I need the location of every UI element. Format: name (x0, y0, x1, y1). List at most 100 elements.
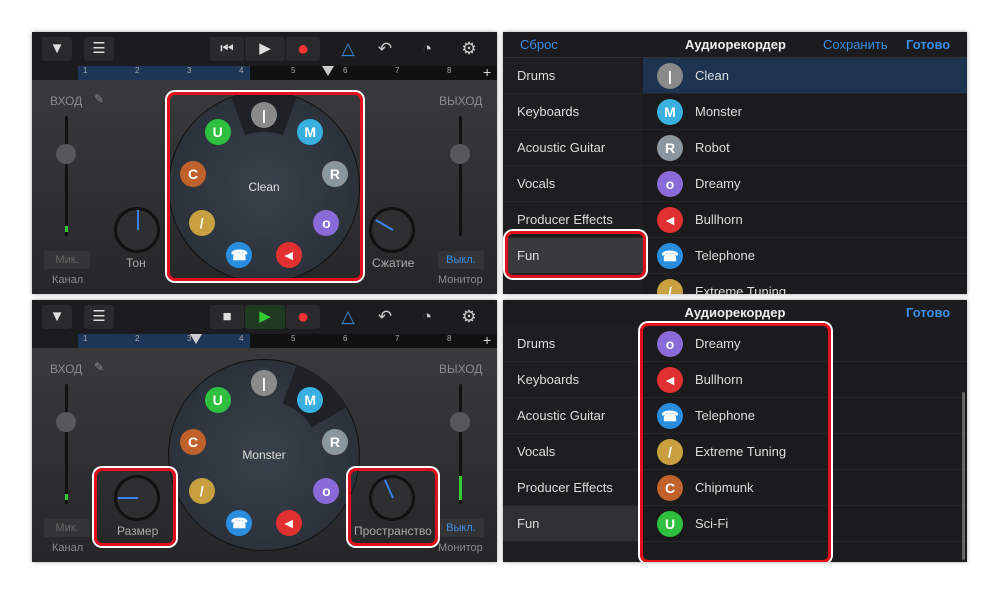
bullhorn-icon: ◄ (275, 509, 302, 536)
settings-icon[interactable]: ⚙ (456, 37, 482, 61)
input-slider[interactable] (56, 384, 76, 504)
ruler-bar-number: 2 (135, 66, 140, 75)
timeline-ruler[interactable]: 12345678 + (78, 332, 497, 348)
bullhorn-icon: ◄ (657, 207, 683, 233)
category-item[interactable]: Drums (503, 58, 643, 94)
category-item[interactable]: Acoustic Guitar (503, 130, 643, 166)
settings-icon[interactable]: ⚙ (456, 305, 482, 329)
tone-knob[interactable] (114, 207, 160, 253)
output-label: ВЫХОД (439, 94, 483, 108)
ruler-bar-number: 8 (447, 334, 452, 343)
category-item[interactable]: Keyboards (503, 362, 643, 398)
preset-item[interactable]: / Extreme Tuning (643, 274, 967, 294)
ufo-icon: U (204, 386, 231, 413)
category-item[interactable]: Keyboards (503, 94, 643, 130)
robot-icon: R (657, 135, 683, 161)
add-section-icon[interactable]: + (483, 64, 491, 80)
mic-button[interactable]: Мик. (44, 251, 90, 269)
output-slider[interactable] (450, 116, 470, 236)
category-item[interactable]: Acoustic Guitar (503, 398, 643, 434)
play-button[interactable]: ▶ (245, 37, 285, 61)
master-effects-icon[interactable]: ◔ (414, 305, 440, 329)
monitor-label: Монитор (438, 274, 483, 286)
compression-knob[interactable] (369, 207, 415, 253)
browser-header: Сброс Сохранить Аудиорекордер Готово (503, 32, 967, 58)
done-button[interactable]: Готово (906, 37, 950, 52)
microphone-icon: | (657, 63, 683, 89)
compression-knob-label: Сжатие (372, 256, 415, 270)
preset-item[interactable]: o Dreamy (643, 166, 967, 202)
preset-label: Dreamy (695, 176, 741, 191)
undo-icon[interactable]: ↶ (372, 305, 398, 329)
ruler-bar-number: 6 (343, 66, 348, 75)
category-item[interactable]: Fun (503, 506, 643, 542)
highlight-box (505, 231, 646, 278)
browser-dropdown-button[interactable]: ▼ (42, 37, 72, 61)
recorder-panel: ▼ ☰ ■ ▶ ● △ ↶ ◔ ⚙ 1 2 3 4 5 6 7 8 + ВХОД ✎ Мик. К… (32, 300, 497, 562)
metronome-icon[interactable]: △ (335, 305, 361, 329)
record-button[interactable]: ● (286, 305, 320, 329)
monster-icon: M (297, 386, 324, 413)
preset-label: Extreme Tuning (695, 284, 787, 294)
add-section-icon[interactable]: + (483, 332, 491, 348)
record-button[interactable]: ● (286, 37, 320, 61)
channel-label: Канал (52, 542, 84, 554)
monitor-button[interactable]: Выкл. (438, 519, 484, 537)
category-item[interactable]: Vocals (503, 434, 643, 470)
ruler-bar-number: 4 (239, 334, 244, 343)
master-effects-icon[interactable]: ◔ (414, 37, 440, 61)
browser-dropdown-button[interactable]: ▼ (42, 305, 72, 329)
output-label: ВЫХОД (439, 362, 483, 376)
input-slider[interactable] (56, 116, 76, 236)
rewind-button[interactable]: ⏮ (210, 37, 244, 61)
stop-button[interactable]: ■ (210, 305, 244, 329)
input-label: ВХОД (50, 362, 83, 376)
playhead[interactable] (322, 66, 334, 76)
highlight-box (94, 468, 176, 546)
preset-item[interactable]: ☎ Telephone (643, 238, 967, 274)
metronome-icon[interactable]: △ (335, 37, 361, 61)
input-jack-icon: ✎ (94, 92, 105, 106)
preset-browser: Аудиорекордер Готово DrumsKeyboardsAcousti… (503, 300, 967, 562)
preset-name: Monster (242, 448, 286, 462)
playhead[interactable] (190, 334, 202, 344)
ruler-bar-number: 1 (83, 66, 88, 75)
done-button[interactable]: Готово (906, 305, 950, 320)
recorder-panel: ▼ ☰ ⏮ ▶ ● △ ↶ ◔ ⚙ 1 2 3 4 5 6 7 8 + ВХОД ✎ Мик. К… (32, 32, 497, 294)
gold-microphone-icon: / (188, 478, 215, 504)
tracks-view-button[interactable]: ☰ (84, 37, 114, 61)
tracks-view-button[interactable]: ☰ (84, 305, 114, 329)
highlight-box (348, 468, 438, 546)
browser-title: Аудиорекордер (685, 37, 786, 52)
preset-label: Telephone (695, 248, 755, 263)
highlight-box (167, 92, 363, 281)
mic-button[interactable]: Мик. (44, 519, 90, 537)
preset-item[interactable]: M Monster (643, 94, 967, 130)
preset-browser: Сброс Сохранить Аудиорекордер Готово Drums Ke… (503, 32, 967, 294)
bubbles-icon: o (657, 171, 683, 197)
ruler-bar-number: 5 (291, 334, 296, 343)
preset-item[interactable]: | Clean (643, 58, 967, 94)
input-label: ВХОД (50, 94, 83, 108)
preset-item[interactable]: ◄ Bullhorn (643, 202, 967, 238)
gold-microphone-icon: / (657, 279, 683, 294)
monster-icon: M (657, 99, 683, 125)
ruler-bar-number: 1 (83, 334, 88, 343)
preset-item[interactable]: R Robot (643, 130, 967, 166)
undo-icon[interactable]: ↶ (372, 37, 398, 61)
output-slider[interactable] (450, 384, 470, 504)
preset-label: Monster (695, 104, 742, 119)
telephone-icon: ☎ (657, 243, 683, 269)
scrollbar[interactable] (962, 392, 965, 560)
category-item[interactable]: Drums (503, 326, 643, 362)
play-button[interactable]: ▶ (245, 305, 285, 329)
input-jack-icon: ✎ (94, 360, 105, 374)
preset-label: Clean (695, 68, 729, 83)
timeline-ruler[interactable]: 12345678 + (78, 64, 497, 80)
monitor-button[interactable]: Выкл. (438, 251, 484, 269)
ruler-bar-number: 4 (239, 66, 244, 75)
category-item[interactable]: Producer Effects (503, 470, 643, 506)
channel-label: Канал (52, 274, 84, 286)
category-item[interactable]: Vocals (503, 166, 643, 202)
ruler-bar-number: 3 (187, 66, 192, 75)
